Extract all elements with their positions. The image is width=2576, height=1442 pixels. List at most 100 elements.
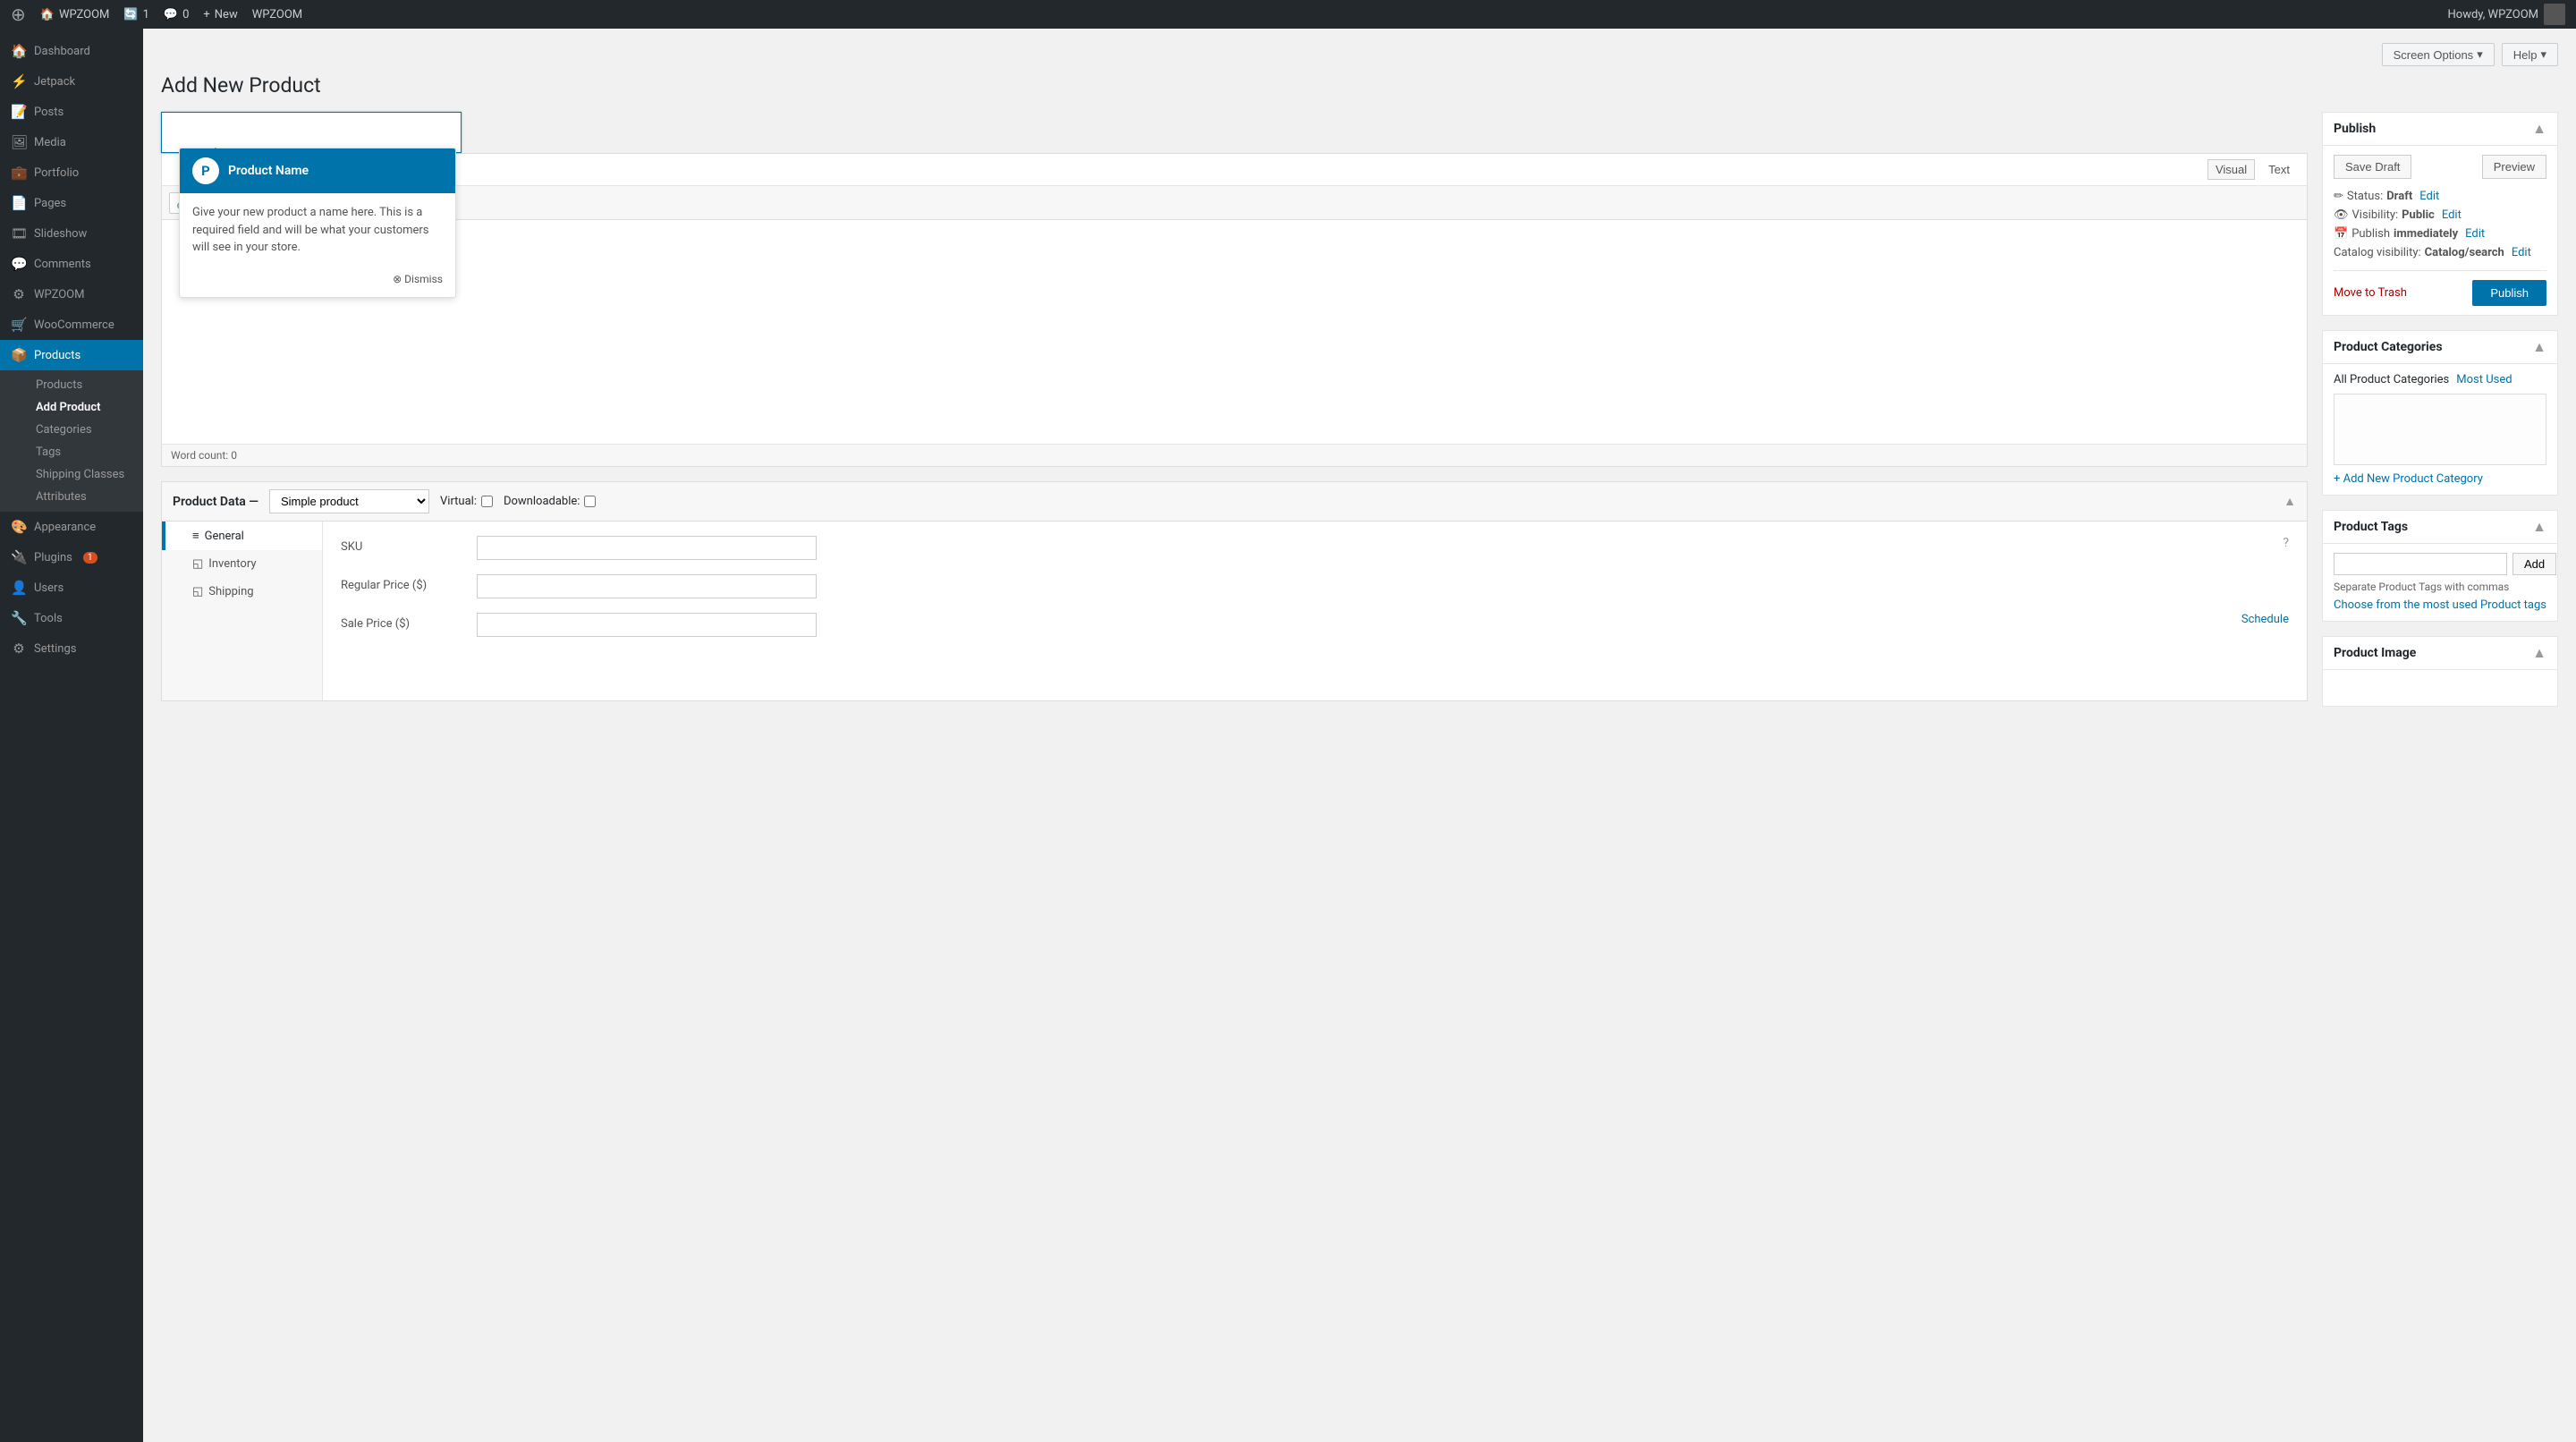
sidebar-item-products[interactable]: 📦 Products bbox=[0, 340, 143, 370]
publish-time-edit-link[interactable]: Edit bbox=[2465, 227, 2485, 241]
schedule-link[interactable]: Schedule bbox=[2241, 613, 2289, 626]
submenu-item-shipping-classes[interactable]: Shipping Classes bbox=[0, 463, 143, 486]
screen-options-chevron-icon: ▾ bbox=[2477, 47, 2483, 62]
sidebar-item-woocommerce[interactable]: 🛒 WooCommerce bbox=[0, 310, 143, 340]
dismiss-icon: ⊗ bbox=[393, 273, 402, 285]
sale-price-input[interactable] bbox=[477, 613, 817, 637]
plugins-badge: 1 bbox=[83, 552, 97, 564]
main-content: Screen Options ▾ Help ▾ Add New Product bbox=[143, 29, 2576, 1442]
sidebar-item-portfolio[interactable]: 💼 Portfolio bbox=[0, 157, 143, 188]
downloadable-checkbox[interactable] bbox=[584, 496, 596, 507]
sku-input[interactable] bbox=[477, 536, 817, 560]
sidebar-item-appearance[interactable]: 🎨 Appearance bbox=[0, 512, 143, 542]
product-tab-label: Inventory bbox=[208, 557, 256, 571]
product-image-title: Product Image bbox=[2334, 646, 2416, 660]
howdy-text: Howdy, WPZOOM bbox=[2448, 8, 2538, 21]
product-tab-inventory[interactable]: ◱ Inventory bbox=[162, 550, 322, 578]
sidebar-item-comments[interactable]: 💬 Comments bbox=[0, 249, 143, 279]
shipping-icon: ◱ bbox=[192, 585, 203, 598]
product-type-select[interactable]: Simple product Grouped product External/… bbox=[269, 489, 429, 513]
help-button[interactable]: Help ▾ bbox=[2502, 43, 2558, 66]
tags-input[interactable] bbox=[2334, 553, 2507, 575]
product-tab-general[interactable]: ≡ General bbox=[162, 522, 322, 550]
sidebar-item-tools[interactable]: 🔧 Tools bbox=[0, 603, 143, 633]
submenu-item-categories[interactable]: Categories bbox=[0, 419, 143, 441]
sidebar-item-settings[interactable]: ⚙ Settings bbox=[0, 633, 143, 664]
sidebar-item-label: Pages bbox=[34, 197, 66, 210]
submenu-item-attributes[interactable]: Attributes bbox=[0, 486, 143, 508]
submenu-item-tags[interactable]: Tags bbox=[0, 441, 143, 463]
visibility-edit-link[interactable]: Edit bbox=[2442, 208, 2462, 222]
sidebar-item-dashboard[interactable]: 🏠 Dashboard bbox=[0, 36, 143, 66]
product-tab-shipping[interactable]: ◱ Shipping bbox=[162, 578, 322, 606]
sku-row: SKU ? bbox=[341, 536, 2289, 560]
sidebar-item-jetpack[interactable]: ⚡ Jetpack bbox=[0, 66, 143, 97]
content-columns: P Product Name Give your new product a n… bbox=[161, 112, 2558, 721]
screen-options-button[interactable]: Screen Options ▾ bbox=[2382, 43, 2495, 66]
add-category-link[interactable]: + Add New Product Category bbox=[2334, 472, 2483, 486]
word-count-label: Word count: bbox=[171, 449, 228, 462]
product-data-controls: Product Data — Simple product Grouped pr… bbox=[173, 489, 596, 513]
add-tag-button[interactable]: Add bbox=[2512, 553, 2556, 575]
cat-tab-all[interactable]: All Product Categories bbox=[2334, 373, 2449, 386]
new-item[interactable]: + New bbox=[203, 8, 237, 21]
sidebar-item-pages[interactable]: 📄 Pages bbox=[0, 188, 143, 218]
categories-box: Product Categories ▲ All Product Categor… bbox=[2322, 330, 2558, 496]
virtual-checkbox-label: Virtual: bbox=[440, 495, 493, 508]
updates-item[interactable]: 🔄 1 bbox=[123, 8, 149, 21]
submenu-item-products[interactable]: Products bbox=[0, 374, 143, 396]
wp-logo-item[interactable]: ⊕ bbox=[11, 4, 26, 25]
tab-text[interactable]: Text bbox=[2260, 159, 2298, 180]
product-image-collapse-btn[interactable]: ▲ bbox=[2532, 644, 2546, 662]
slideshow-icon: 🎞 bbox=[11, 225, 27, 242]
tab-visual[interactable]: Visual bbox=[2207, 159, 2255, 180]
regular-price-label: Regular Price ($) bbox=[341, 574, 466, 592]
status-value: Draft bbox=[2386, 190, 2412, 203]
page-title: Add New Product bbox=[161, 73, 2558, 98]
sidebar-item-label: Slideshow bbox=[34, 227, 87, 241]
tags-collapse-btn[interactable]: ▲ bbox=[2532, 518, 2546, 536]
product-data-collapse-btn[interactable]: ▲ bbox=[2284, 494, 2296, 509]
product-image-header: Product Image ▲ bbox=[2323, 637, 2557, 670]
publish-label: Publish bbox=[2351, 227, 2390, 241]
cat-tab-most-used[interactable]: Most Used bbox=[2456, 373, 2512, 386]
help-chevron-icon: ▾ bbox=[2540, 47, 2546, 62]
choose-tags-link[interactable]: Choose from the most used Product tags bbox=[2334, 598, 2546, 612]
sidebar-item-label: Comments bbox=[34, 258, 91, 271]
publish-collapse-btn[interactable]: ▲ bbox=[2532, 120, 2546, 138]
regular-price-input[interactable] bbox=[477, 574, 817, 598]
save-draft-button[interactable]: Save Draft bbox=[2334, 155, 2411, 179]
publish-actions: Save Draft Preview bbox=[2334, 155, 2546, 179]
comments-item[interactable]: 💬 0 bbox=[164, 8, 190, 21]
catalog-edit-link[interactable]: Edit bbox=[2512, 246, 2531, 259]
regular-price-input-wrapper bbox=[477, 574, 2289, 598]
publish-button[interactable]: Publish bbox=[2472, 280, 2546, 306]
virtual-checkbox[interactable] bbox=[481, 496, 493, 507]
sidebar-item-users[interactable]: 👤 Users bbox=[0, 573, 143, 603]
sale-price-label: Sale Price ($) bbox=[341, 613, 466, 631]
catalog-label: Catalog visibility: bbox=[2334, 246, 2421, 259]
sidebar-item-plugins[interactable]: 🔌 Plugins 1 bbox=[0, 542, 143, 573]
sidebar-item-posts[interactable]: 📝 Posts bbox=[0, 97, 143, 127]
status-edit-link[interactable]: Edit bbox=[2419, 190, 2439, 203]
woocommerce-icon: 🛒 bbox=[11, 317, 27, 333]
submenu-item-add-product[interactable]: Add Product bbox=[0, 396, 143, 419]
sidebar-item-wpzoom[interactable]: ⚙ WPZOOM bbox=[0, 279, 143, 310]
site-label-item[interactable]: WPZOOM bbox=[252, 8, 302, 21]
publish-box: Publish ▲ Save Draft Preview ✏ Status: D… bbox=[2322, 112, 2558, 316]
sidebar-item-media[interactable]: 🖼 Media bbox=[0, 127, 143, 157]
categories-collapse-btn[interactable]: ▲ bbox=[2532, 338, 2546, 356]
sku-label: SKU bbox=[341, 536, 466, 554]
site-label: WPZOOM bbox=[252, 8, 302, 21]
editor-content[interactable] bbox=[162, 220, 2307, 444]
publish-time-value: immediately bbox=[2394, 227, 2458, 241]
site-name-item[interactable]: 🏠 WPZOOM bbox=[40, 8, 110, 21]
sku-help-icon[interactable]: ? bbox=[2283, 536, 2289, 550]
dismiss-link[interactable]: ⊗ Dismiss bbox=[393, 273, 443, 285]
product-data-tabs: ≡ General ◱ Inventory ◱ Shipping bbox=[162, 522, 323, 700]
tags-box: Product Tags ▲ Add Separate Product Tags… bbox=[2322, 510, 2558, 622]
preview-button[interactable]: Preview bbox=[2482, 155, 2546, 179]
trash-link[interactable]: Move to Trash bbox=[2334, 286, 2407, 300]
appearance-icon: 🎨 bbox=[11, 519, 27, 535]
sidebar-item-slideshow[interactable]: 🎞 Slideshow bbox=[0, 218, 143, 249]
